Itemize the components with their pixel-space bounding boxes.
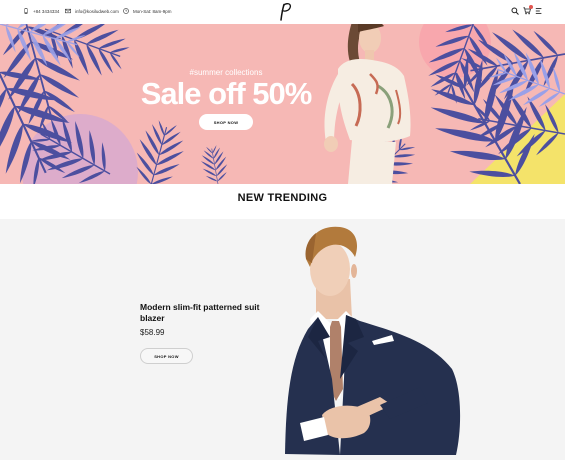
- email-address: info@kosiludweb.com: [75, 8, 119, 14]
- top-bar: +84 3434334 info@kosiludweb.com Mon-Sat:…: [0, 0, 565, 24]
- hero-shop-now-button[interactable]: SHOP NOW: [199, 114, 253, 130]
- contact-phone[interactable]: +84 3434334: [23, 8, 59, 14]
- product-shop-now-button[interactable]: SHOP NOW: [140, 348, 193, 364]
- mail-icon: [65, 8, 71, 14]
- phone-number: +84 3434334: [33, 8, 60, 14]
- hero-banner: #summer collections Sale off 50% SHOP NO…: [0, 24, 565, 184]
- product-name[interactable]: Modern slim-fit patterned suit blazer: [140, 302, 260, 324]
- product-image[interactable]: [0, 219, 565, 460]
- model-illustration: [324, 24, 411, 184]
- menu-icon[interactable]: [535, 7, 543, 15]
- opening-hours: Mon-Sat: 8am-9pm: [133, 8, 172, 14]
- product-price: $58.99: [140, 328, 165, 337]
- product-feature: Modern slim-fit patterned suit blazer $5…: [0, 219, 565, 460]
- hero-title: Sale off 50%: [140, 76, 313, 111]
- contact-email[interactable]: info@kosiludweb.com: [65, 8, 119, 14]
- clock-icon: [123, 8, 129, 14]
- cart-count-badge: [529, 5, 533, 9]
- section-title: NEW TRENDING: [237, 192, 328, 204]
- phone-icon: [24, 8, 28, 14]
- search-icon[interactable]: [511, 7, 519, 15]
- logo-icon[interactable]: [272, 2, 294, 22]
- contact-hours: Mon-Sat: 8am-9pm: [123, 8, 172, 14]
